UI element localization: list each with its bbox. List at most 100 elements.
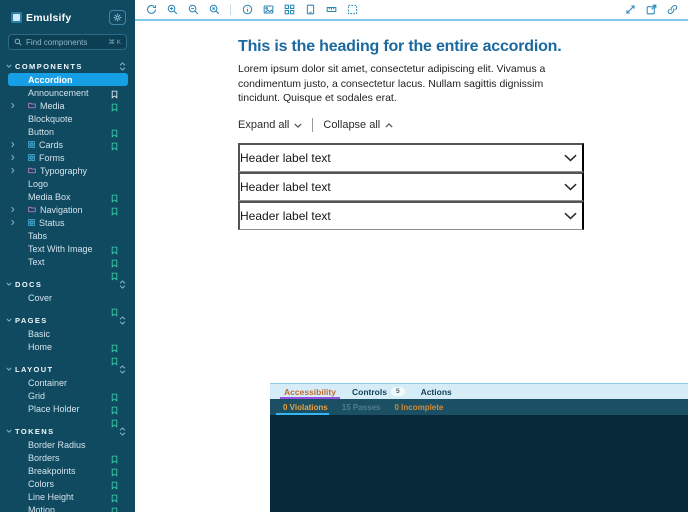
sidebar-item-cover[interactable]: Cover — [8, 291, 128, 317]
toolbar-right-group — [622, 2, 680, 17]
sidebar-item-label: Navigation — [40, 204, 83, 215]
sidebar-item-breakpoints[interactable]: Breakpoints — [8, 464, 128, 490]
toolbar-measure-button[interactable] — [323, 2, 339, 17]
a11y-subtab-0-violations[interactable]: 0 Violations — [276, 399, 335, 415]
sidebar-item-media[interactable]: Media — [8, 99, 128, 112]
chevron-up-icon — [385, 122, 393, 128]
accordion-story: This is the heading for the entire accor… — [238, 38, 584, 231]
sidebar-item-container[interactable]: Container — [8, 376, 128, 402]
section-header-components[interactable]: COMPONENTS — [0, 59, 135, 73]
sidebar-item-label: Media — [40, 100, 65, 111]
sidebar-item-label: Announcement — [28, 87, 89, 98]
expand-all-button[interactable]: Expand all — [238, 119, 302, 131]
accordion-heading: This is the heading for the entire accor… — [238, 38, 562, 55]
a11y-subtab-15-passes[interactable]: 15 Passes — [335, 399, 388, 415]
tab-label: Controls — [351, 386, 387, 397]
toolbar-link-button[interactable] — [664, 2, 680, 17]
collapse-all-button[interactable]: Collapse all — [323, 119, 393, 131]
fullscreen-icon — [625, 4, 636, 15]
sidebar-item-label: Typography — [40, 165, 88, 176]
chevron-down-icon — [294, 123, 302, 128]
accordion-header-1[interactable]: Header label text — [238, 143, 584, 173]
sidebar-item-typography[interactable]: Typography — [8, 164, 128, 177]
sidebar-item-line-height[interactable]: Line Height — [8, 490, 128, 512]
chevron-right-icon — [11, 102, 15, 109]
accordion-description: Lorem ipsum dolor sit amet, consectetur … — [238, 63, 546, 105]
sidebar-item-label: Cards — [39, 139, 64, 150]
accordion-header-label: Header label text — [240, 180, 331, 195]
panel-tab-accessibility[interactable]: Accessibility — [276, 384, 344, 399]
panel-tab-controls[interactable]: Controls 5 — [344, 384, 413, 399]
chevron-down-icon — [564, 212, 577, 220]
chevron-down-icon — [6, 64, 12, 68]
sidebar-item-label: Borders — [28, 452, 60, 463]
accordion-list: Header label text Header label text Header… — [238, 143, 584, 231]
sidebar-item-button[interactable]: Button — [8, 125, 128, 151]
link-icon — [667, 4, 678, 15]
sidebar-item-colors[interactable]: Colors — [8, 477, 128, 503]
sidebar-item-grid[interactable]: Grid — [8, 389, 128, 415]
toolbar-grid-button[interactable] — [281, 2, 297, 17]
search-input[interactable] — [26, 37, 105, 47]
gear-icon — [113, 13, 122, 22]
accordion-header-3[interactable]: Header label text — [238, 201, 584, 231]
accordion-header-2[interactable]: Header label text — [238, 172, 584, 202]
sidebar-item-navigation[interactable]: Navigation — [8, 203, 128, 216]
sidebar-section-components: COMPONENTS Accordion Announcement Media Bloc… — [0, 59, 135, 281]
component-icon — [28, 154, 35, 161]
sidebar-item-media-box[interactable]: Media Box — [8, 190, 128, 216]
toolbar-zoom-reset-button[interactable] — [206, 2, 222, 17]
toolbar-fullscreen-button[interactable] — [622, 2, 638, 17]
sidebar-item-tabs[interactable]: Tabs — [8, 229, 128, 255]
main-area: This is the heading for the entire accor… — [135, 0, 688, 512]
sidebar-item-label: Tabs — [28, 230, 48, 241]
toolbar-viewport-button[interactable] — [302, 2, 318, 17]
background-icon — [263, 4, 274, 15]
toolbar-open-new-tab-button[interactable] — [643, 2, 659, 17]
search-box[interactable]: ⌘ K — [8, 34, 127, 50]
sidebar-item-announcement[interactable]: Announcement — [8, 86, 128, 112]
brand[interactable]: Emulsify — [11, 12, 71, 24]
chevron-right-icon — [11, 206, 15, 213]
subtab-label: 0 Violations — [283, 402, 328, 412]
sidebar-item-label: Colors — [28, 478, 55, 489]
panel-tab-actions[interactable]: Actions — [413, 384, 460, 399]
sidebar-item-motion[interactable]: Motion — [8, 503, 128, 512]
sidebar-settings-button[interactable] — [109, 10, 126, 25]
toolbar-background-button[interactable] — [260, 2, 276, 17]
subtab-label: 0 Incomplete — [394, 402, 444, 412]
expand-collapse-all-icon[interactable] — [119, 61, 126, 71]
sidebar-item-label: Home — [28, 341, 53, 352]
sidebar-item-place-holder[interactable]: Place Holder — [8, 402, 128, 428]
sidebar-item-cards[interactable]: Cards — [8, 138, 128, 151]
sidebar-item-label: Line Height — [28, 491, 74, 502]
toolbar-outline-button[interactable] — [344, 2, 360, 17]
sidebar-item-label: Basic — [28, 328, 51, 339]
toolbar-remount-button[interactable] — [143, 2, 159, 17]
story-icon — [111, 419, 135, 428]
sidebar-item-accordion[interactable]: Accordion — [8, 73, 128, 99]
sidebar-item-basic[interactable]: Basic — [8, 327, 128, 353]
sidebar-item-borders[interactable]: Borders — [8, 451, 128, 477]
viewport-icon — [305, 4, 316, 15]
measure-icon — [326, 4, 337, 15]
sidebar-item-home[interactable]: Home — [8, 340, 128, 366]
sidebar-section-pages: PAGES Basic Home — [0, 313, 135, 366]
sidebar-item-status[interactable]: Status — [8, 216, 128, 229]
info-icon — [242, 4, 253, 15]
toolbar-info-button[interactable] — [239, 2, 255, 17]
toolbar-zoom-in-button[interactable] — [164, 2, 180, 17]
story-icon — [111, 272, 135, 281]
a11y-subtab-0-incomplete[interactable]: 0 Incomplete — [387, 399, 450, 415]
sidebar-item-text[interactable]: Text — [8, 255, 128, 281]
sidebar-item-label: Logo — [28, 178, 49, 189]
sidebar-item-blockquote[interactable]: Blockquote — [8, 112, 128, 138]
sidebar-item-forms[interactable]: Forms — [8, 151, 128, 164]
sidebar-item-label: Cover — [28, 292, 53, 303]
sidebar-tree: COMPONENTS Accordion Announcement Media Bloc… — [0, 59, 135, 512]
toolbar-zoom-out-button[interactable] — [185, 2, 201, 17]
sidebar-item-text-with-image[interactable]: Text With Image — [8, 242, 128, 268]
sidebar-item-border-radius[interactable]: Border Radius — [8, 438, 128, 464]
sidebar-item-logo[interactable]: Logo — [8, 177, 128, 203]
sidebar-section-docs: DOCS Cover — [0, 277, 135, 317]
